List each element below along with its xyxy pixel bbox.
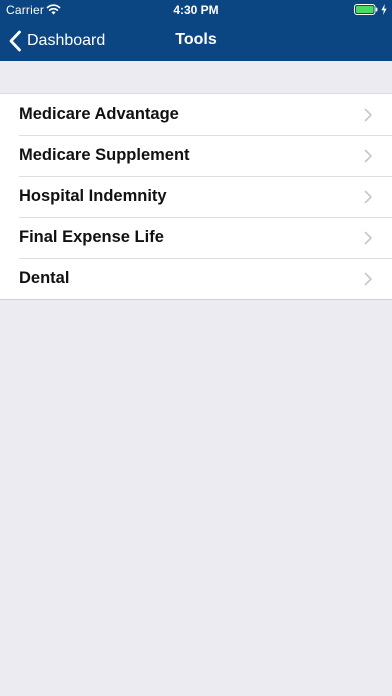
chevron-right-icon bbox=[364, 149, 372, 163]
status-time: 4:30 PM bbox=[173, 3, 219, 17]
navigation-bar: Dashboard Tools bbox=[0, 21, 392, 61]
chevron-right-icon bbox=[364, 231, 372, 245]
list-item-label: Medicare Supplement bbox=[19, 146, 190, 164]
list-item-label: Dental bbox=[19, 269, 70, 287]
bolt-icon bbox=[381, 4, 387, 15]
chevron-right-icon bbox=[364, 272, 372, 286]
list-item-label: Medicare Advantage bbox=[19, 105, 179, 123]
list-item-hospital-indemnity[interactable]: Hospital Indemnity bbox=[0, 175, 392, 217]
list-item-label: Hospital Indemnity bbox=[19, 187, 167, 205]
page-title: Tools bbox=[175, 31, 217, 48]
top-bar: Carrier 4:30 PM Dashboard Tools bbox=[0, 0, 392, 61]
list-item-label: Final Expense Life bbox=[19, 228, 164, 246]
tools-list: Medicare Advantage Medicare Supplement H… bbox=[0, 93, 392, 300]
battery-icon bbox=[354, 4, 378, 15]
list-item-medicare-supplement[interactable]: Medicare Supplement bbox=[0, 134, 392, 176]
chevron-right-icon bbox=[364, 108, 372, 122]
chevron-right-icon bbox=[364, 190, 372, 204]
list-item-dental[interactable]: Dental bbox=[0, 257, 392, 299]
status-bar: Carrier 4:30 PM bbox=[0, 0, 392, 21]
list-item-final-expense-life[interactable]: Final Expense Life bbox=[0, 216, 392, 258]
list-item-medicare-advantage[interactable]: Medicare Advantage bbox=[0, 94, 392, 135]
